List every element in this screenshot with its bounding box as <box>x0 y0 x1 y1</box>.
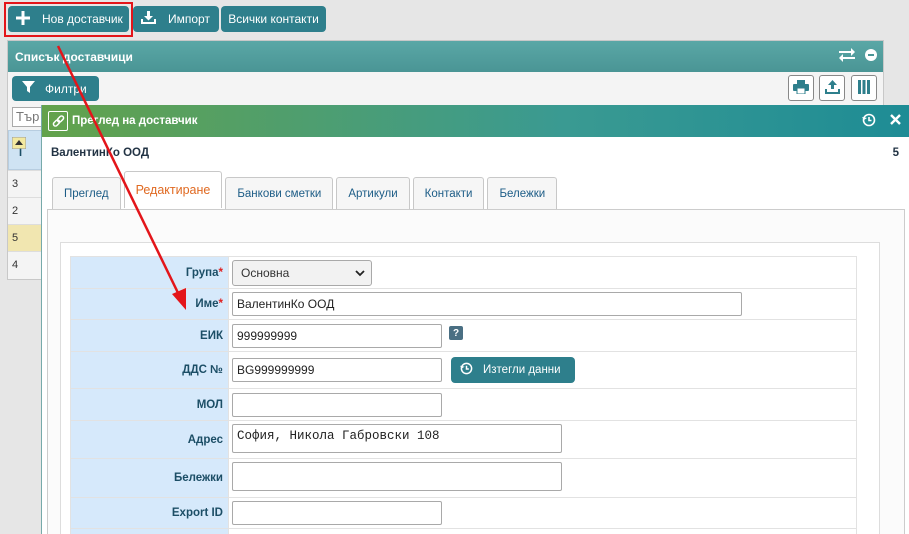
list-row-selected[interactable]: 5 <box>8 224 42 251</box>
import-label: Импорт <box>168 12 210 26</box>
mol-label: МОЛ <box>70 388 229 421</box>
tab-bank-accounts[interactable]: Банкови сметки <box>225 177 334 209</box>
name-input[interactable]: ВалентинКо ООД <box>232 292 742 316</box>
fetch-data-button[interactable]: Изтегли данни <box>451 357 575 383</box>
record-id: 5 <box>892 147 899 159</box>
funnel-icon <box>22 80 35 97</box>
required-mark: * <box>218 266 223 279</box>
close-icon[interactable] <box>890 114 901 128</box>
tab-overview[interactable]: Преглед <box>52 177 121 209</box>
printer-icon <box>793 79 809 97</box>
supplier-dialog: Преглед на доставчик ВалентинКо ООД 5 Пр… <box>41 105 909 534</box>
export-id-input[interactable] <box>232 501 442 525</box>
help-icon[interactable]: ? <box>449 326 463 340</box>
tab-body: Група* Основна Име* ВалентинКо ООД ЕИК 9… <box>47 209 905 534</box>
sort-header-label: I <box>19 147 23 159</box>
form-table: Група* Основна Име* ВалентинКо ООД ЕИК 9… <box>70 256 857 534</box>
tab-notes[interactable]: Бележки <box>487 177 558 209</box>
sort-header-cell[interactable]: I <box>8 130 42 170</box>
address-label: Адрес <box>70 420 229 459</box>
dialog-tabs: Преглед Редактиране Банкови сметки Артик… <box>52 171 560 209</box>
columns-icon <box>858 79 870 97</box>
group-select-value: Основна <box>241 265 290 280</box>
history-icon <box>460 362 473 378</box>
all-contacts-button[interactable]: Всички контакти <box>221 6 326 32</box>
group-label: Група* <box>70 256 229 289</box>
eik-label: ЕИК <box>70 319 229 352</box>
group-select[interactable]: Основна <box>232 259 372 286</box>
form-label-cell <box>70 528 229 534</box>
upload-tray-icon <box>824 79 840 97</box>
export-button[interactable] <box>819 75 845 101</box>
import-button[interactable]: Импорт <box>133 6 219 32</box>
supplier-name-heading: ВалентинКо ООД <box>51 147 150 159</box>
chevron-down-icon <box>355 266 365 280</box>
dialog-title: Преглед на доставчик <box>72 115 198 127</box>
edit-form: Група* Основна Име* ВалентинКо ООД ЕИК 9… <box>60 242 880 534</box>
form-value-cell <box>228 528 857 534</box>
tab-articles[interactable]: Артикули <box>336 177 410 209</box>
required-mark: * <box>218 298 223 310</box>
list-row[interactable]: 2 <box>8 197 42 224</box>
new-supplier-label: Нов доставчик <box>42 12 123 26</box>
tab-edit[interactable]: Редактиране <box>123 171 223 208</box>
tab-contacts[interactable]: Контакти <box>412 177 485 209</box>
vat-input[interactable]: BG999999999 <box>232 358 442 382</box>
list-row[interactable]: 3 <box>8 170 42 197</box>
list-row[interactable]: 4 <box>8 251 42 278</box>
dialog-header: Преглед на доставчик <box>42 105 909 137</box>
history-icon[interactable] <box>862 113 876 130</box>
all-contacts-label: Всички контакти <box>228 12 319 26</box>
panel-title: Списък доставчици <box>15 49 133 64</box>
export-id-label: Export ID <box>70 497 229 529</box>
plus-icon <box>16 10 30 28</box>
vat-label: ДДС № <box>70 351 229 389</box>
new-supplier-button[interactable]: Нов доставчик <box>8 6 129 32</box>
download-tray-icon <box>141 11 156 27</box>
notes-textarea[interactable] <box>232 462 562 491</box>
panel-header: Списък доставчици <box>8 41 883 72</box>
collapse-icon[interactable] <box>865 49 877 64</box>
name-label: Име* <box>70 288 229 320</box>
eik-input[interactable]: 999999999 <box>232 323 442 348</box>
print-button[interactable] <box>788 75 814 101</box>
mol-input[interactable] <box>232 392 442 417</box>
columns-button[interactable] <box>851 75 877 101</box>
link-icon <box>48 111 68 131</box>
swap-icon[interactable] <box>839 48 855 65</box>
address-textarea[interactable]: София, Никола Габровски 108 <box>232 423 562 453</box>
fetch-data-label: Изтегли данни <box>483 364 561 376</box>
filter-label: Филтри <box>45 81 87 96</box>
filter-button[interactable]: Филтри <box>12 76 99 101</box>
notes-label: Бележки <box>70 458 229 498</box>
